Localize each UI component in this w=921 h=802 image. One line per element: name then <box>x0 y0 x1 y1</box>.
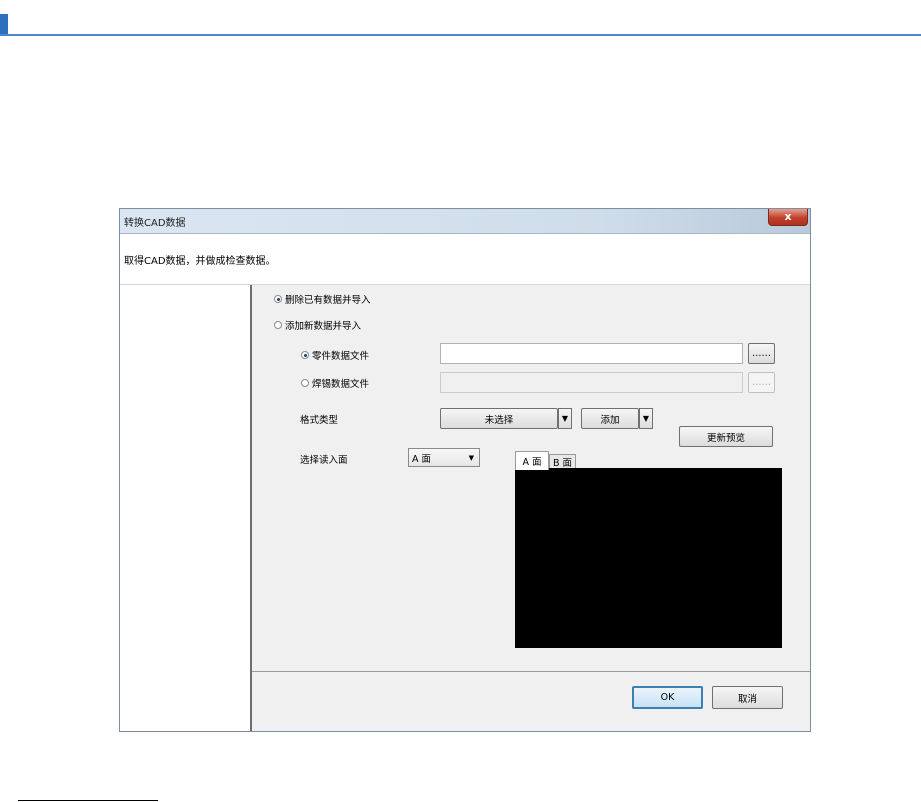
tab-side-a[interactable]: A 面 <box>515 451 549 470</box>
radio-selected-icon <box>301 351 309 359</box>
radio-delete-and-import-label: 删除已有数据并导入 <box>285 295 371 306</box>
radio-add-and-import-label: 添加新数据并导入 <box>285 321 362 332</box>
dialog-description: 取得CAD数据，并做成检查数据。 <box>124 256 276 267</box>
radio-unselected-icon <box>301 379 309 387</box>
solder-file-browse-button: …… <box>748 372 775 393</box>
radio-solder-data-file-label: 焊锡数据文件 <box>312 379 370 390</box>
tab-side-b[interactable]: B 面 <box>549 454 576 469</box>
add-format-button[interactable]: 添加 <box>581 408 639 429</box>
page-header-accent <box>0 14 8 36</box>
ok-button[interactable]: OK <box>632 686 703 709</box>
radio-delete-and-import[interactable]: 删除已有数据并导入 <box>274 292 371 306</box>
left-pane <box>120 285 252 731</box>
dialog-title: 转换CAD数据 <box>124 218 186 229</box>
triangle-down-icon: ▼ <box>561 414 569 423</box>
part-file-input[interactable] <box>440 343 743 364</box>
radio-add-and-import[interactable]: 添加新数据并导入 <box>274 318 361 332</box>
radio-part-data-file-label: 零件数据文件 <box>312 351 370 362</box>
radio-unselected-icon <box>274 321 282 329</box>
footnote-rule <box>18 800 158 801</box>
dialog-titlebar[interactable]: 转换CAD数据 x <box>120 209 810 234</box>
read-side-select[interactable]: A 面 ▼ <box>408 448 480 467</box>
radio-solder-data-file[interactable]: 焊锡数据文件 <box>301 376 369 390</box>
update-preview-button[interactable]: 更新预览 <box>679 426 773 447</box>
bottom-separator <box>252 671 810 672</box>
format-type-label: 格式类型 <box>300 415 339 426</box>
description-band: 取得CAD数据，并做成检查数据。 <box>120 234 810 285</box>
read-side-label: 选择读入面 <box>300 455 348 466</box>
convert-cad-dialog: 转换CAD数据 x 取得CAD数据，并做成检查数据。 删除已有数据并导入 添加新… <box>119 208 811 732</box>
read-side-select-value: A 面 <box>412 453 432 465</box>
format-type-button[interactable]: 未选择 <box>440 408 558 429</box>
close-icon: x <box>784 210 792 223</box>
format-type-dropdown[interactable]: ▼ <box>558 408 572 429</box>
page-header-rule <box>0 34 921 36</box>
radio-selected-icon <box>274 295 282 303</box>
cancel-button[interactable]: 取消 <box>712 686 783 709</box>
part-file-browse-button[interactable]: …… <box>748 343 775 364</box>
close-button[interactable]: x <box>768 209 808 226</box>
solder-file-input <box>440 372 743 393</box>
add-format-dropdown[interactable]: ▼ <box>639 408 653 429</box>
caret-down-icon: ▼ <box>468 454 474 462</box>
triangle-down-icon: ▼ <box>642 414 650 423</box>
radio-part-data-file[interactable]: 零件数据文件 <box>301 348 369 362</box>
preview-canvas <box>515 468 782 648</box>
